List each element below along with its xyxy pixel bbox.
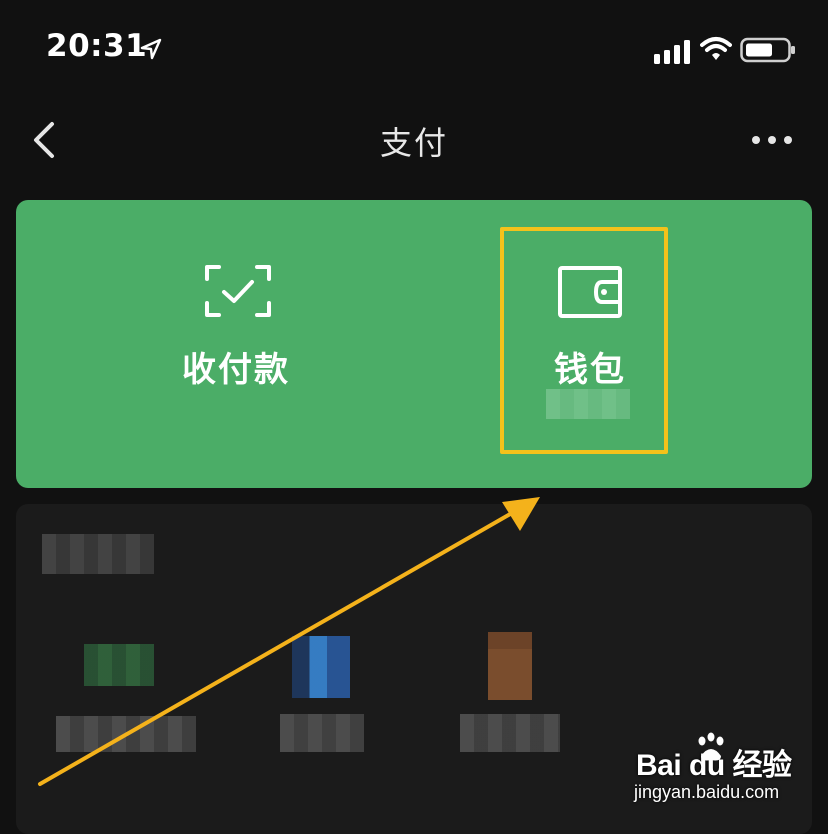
redacted-section-heading — [42, 534, 154, 574]
blurred-balance — [546, 389, 630, 419]
battery-icon — [740, 37, 795, 63]
redacted-service-label — [460, 714, 560, 752]
redacted-service-icon[interactable] — [488, 632, 532, 700]
page-title: 支付 — [379, 124, 448, 162]
status-bar: 20:31 — [0, 0, 828, 96]
wallet-button[interactable]: 钱包 — [498, 200, 682, 488]
status-time: 20:31 — [46, 28, 148, 64]
location-arrow-icon — [140, 38, 162, 60]
redacted-service-label — [280, 714, 364, 752]
more-dots-icon[interactable] — [748, 126, 796, 154]
redacted-service-icon[interactable] — [292, 636, 350, 698]
receive-pay-button[interactable]: 收付款 — [136, 200, 336, 488]
redacted-service-icon[interactable] — [84, 644, 154, 686]
wallet-label: 钱包 — [554, 350, 626, 390]
watermark: Bai du 经验 jingyan.baidu.com — [632, 732, 812, 806]
redacted-service-label — [56, 716, 196, 752]
receive-pay-label: 收付款 — [182, 350, 290, 390]
scan-check-icon — [205, 265, 271, 317]
paw-icon — [698, 732, 724, 761]
payment-card: 收付款 钱包 — [16, 200, 812, 488]
wallet-icon — [558, 266, 622, 318]
signal-icon — [654, 40, 690, 64]
nav-bar: 支付 — [0, 96, 828, 184]
wifi-icon — [700, 37, 732, 60]
watermark-url: jingyan.baidu.com — [634, 782, 780, 802]
